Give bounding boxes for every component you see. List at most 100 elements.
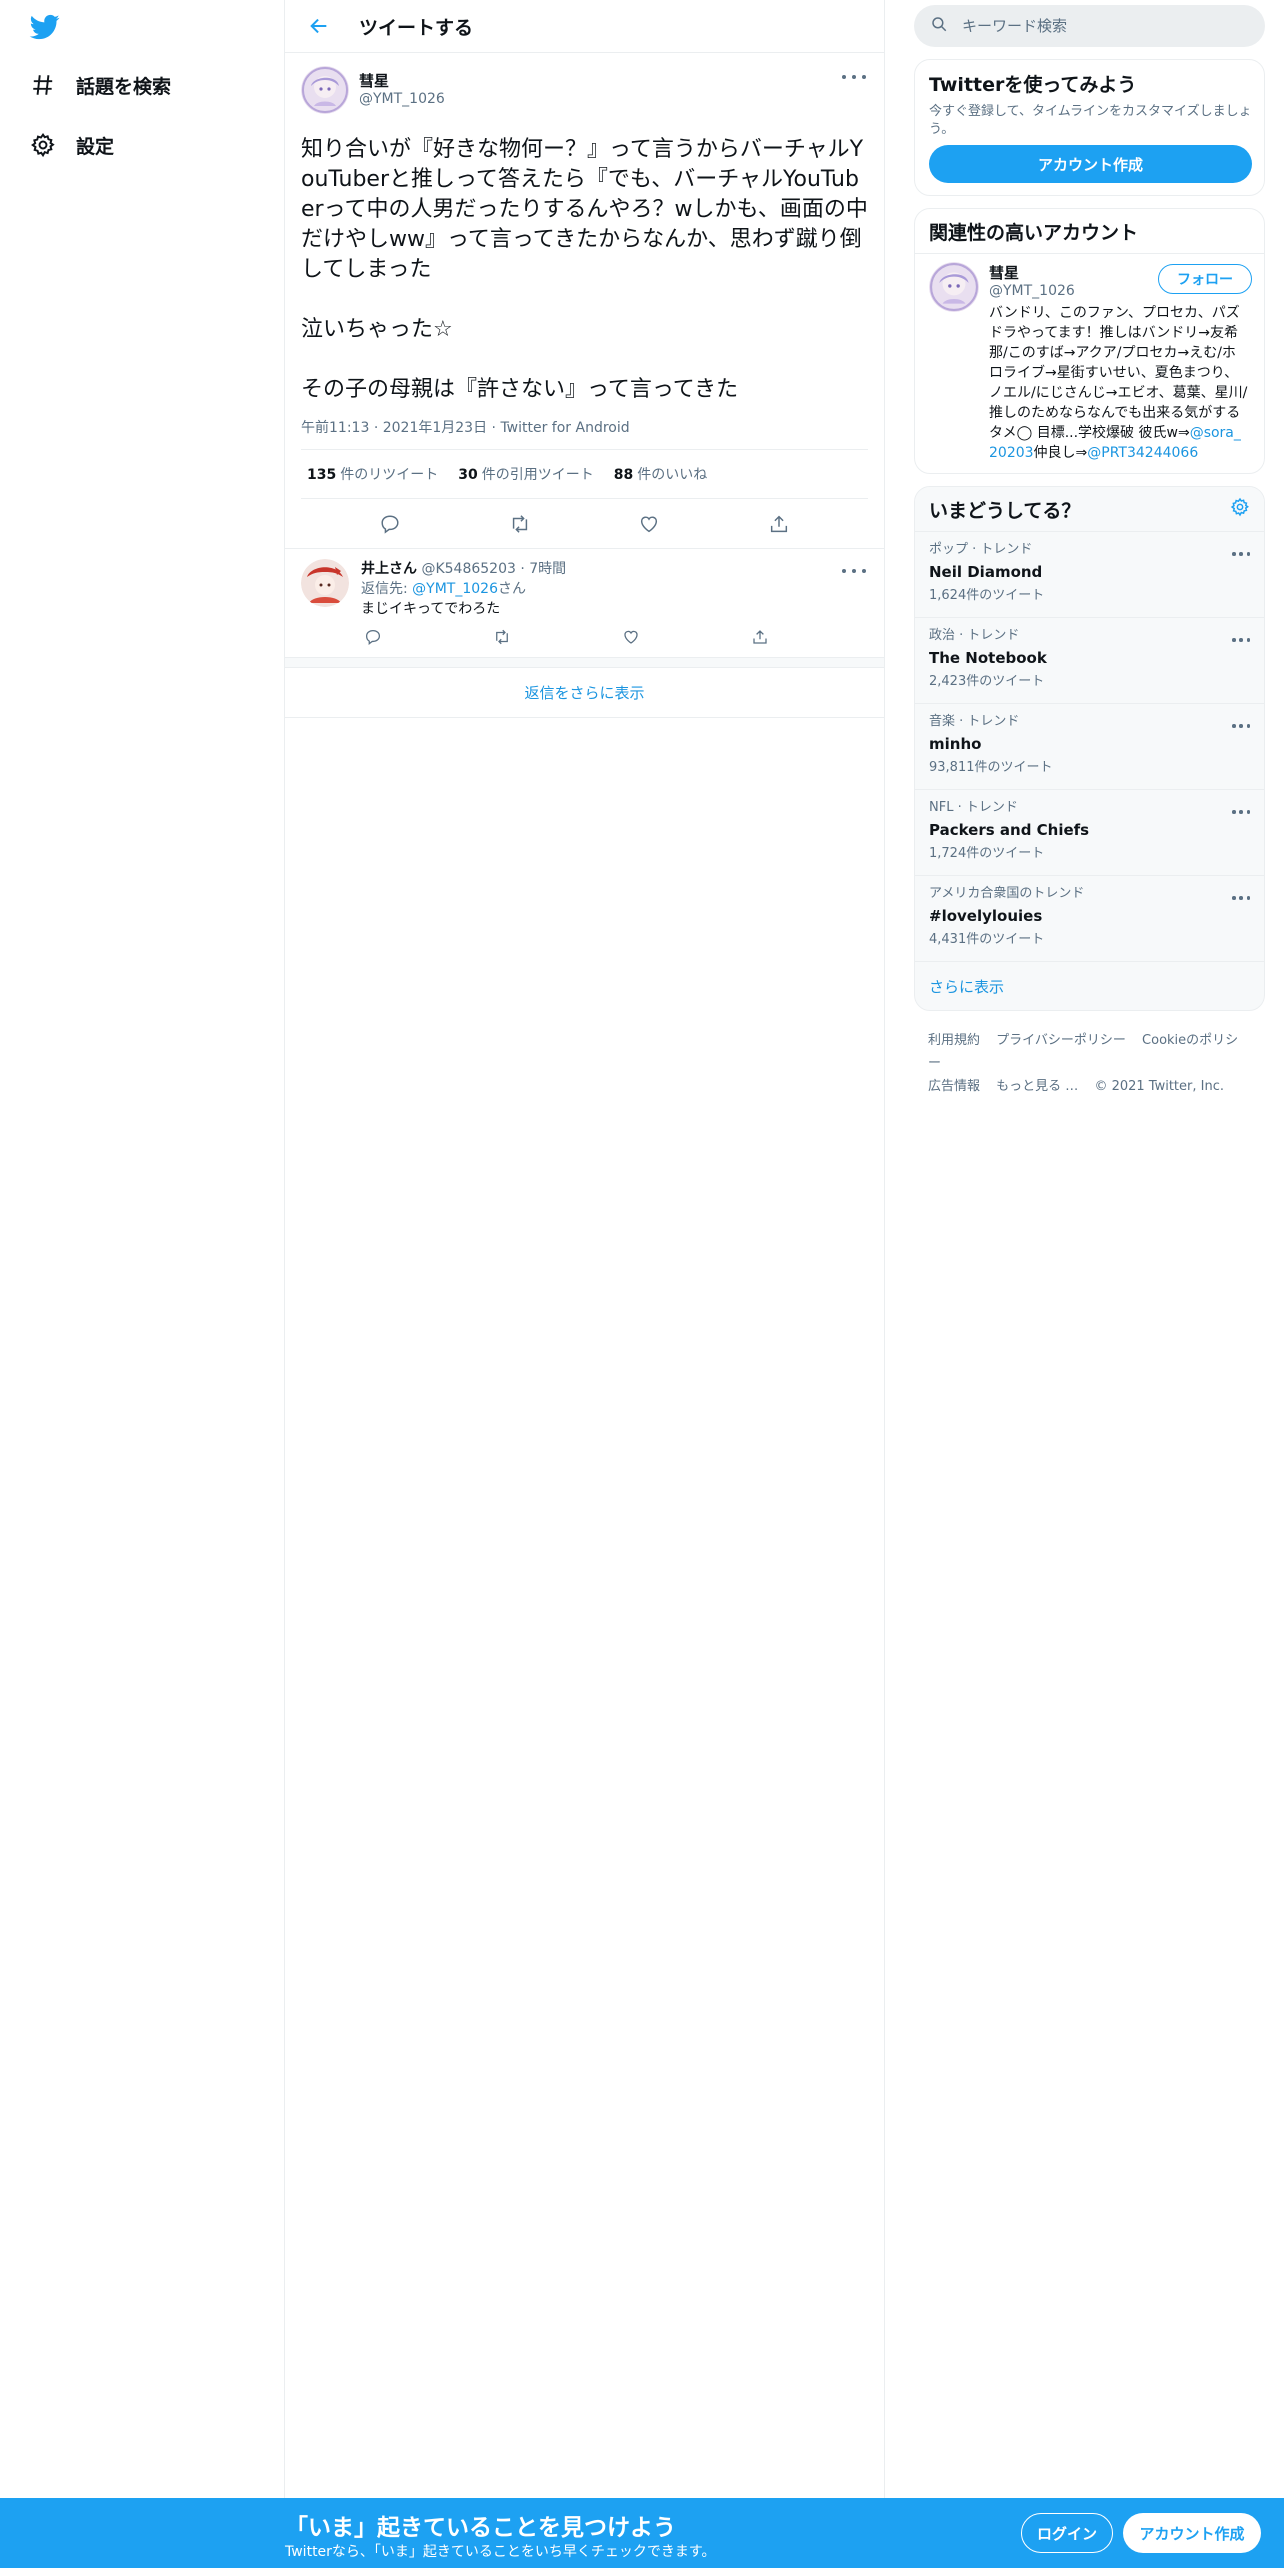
tweet-author[interactable]: 彗星 @YMT_1026 — [301, 65, 868, 115]
trends-title: いまどうしてる？ — [929, 499, 1081, 522]
tweet-stats: 135 件のリツイート 30 件の引用ツイート 88 件のいいね — [301, 449, 868, 499]
trend-item[interactable]: 政治 · トレンド The Notebook 2,423件のツイート — [915, 618, 1264, 704]
trend-name: Packers and Chiefs — [929, 821, 1090, 839]
author-name: 彗星 — [359, 72, 390, 90]
like-icon[interactable] — [619, 625, 643, 649]
avatar[interactable] — [301, 66, 349, 114]
reply-tweet[interactable]: 井上さん @K54865203 · 7時間 返信先: @YMT_1026さん ま… — [285, 549, 884, 658]
retweet-icon[interactable] — [503, 507, 537, 541]
bio-text: バンドリ、このファン、プロセカ、パズドラやってます！推しはバンドリ→友希那/この… — [989, 305, 1248, 441]
more-options-icon[interactable] — [1232, 632, 1250, 648]
nav-explore-label: 話題を検索 — [76, 75, 172, 98]
bottom-signup-bar: 「いま」起きていることを見つけよう Twitterなら、「いま」起きていることを… — [0, 2498, 1284, 2568]
footer-link-ads[interactable]: 広告情報 — [928, 1079, 980, 1094]
trend-name: #lovelylouies — [929, 907, 1043, 925]
trend-context: アメリカ合衆国のトレンド — [929, 886, 1085, 901]
share-icon[interactable] — [748, 625, 772, 649]
search-icon — [930, 15, 948, 37]
trend-name: The Notebook — [929, 649, 1047, 667]
show-more-trends-link[interactable]: さらに表示 — [915, 962, 1264, 1010]
related-account[interactable]: 彗星 @YMT_1026 バンドリ、このファン、プロセカ、パズドラやってます！推… — [915, 254, 1264, 473]
trend-item[interactable]: ポップ · トレンド Neil Diamond 1,624件のツイート — [915, 532, 1264, 618]
main-column: ツイートする 彗星 @YMT_1026 知り合いが『好きな物何ー？』って言うから… — [284, 0, 885, 2568]
tweet-text: 知り合いが『好きな物何ー？』って言うからバーチャルYouTuberと推しって答え… — [301, 137, 868, 402]
quote-stat[interactable]: 30 件の引用ツイート — [458, 464, 593, 484]
more-options-icon[interactable] — [1232, 718, 1250, 734]
twitter-logo-icon[interactable] — [28, 12, 62, 42]
show-more-replies-link[interactable]: 返信をさらに表示 — [285, 668, 884, 718]
nav-explore[interactable]: 話題を検索 — [28, 65, 171, 105]
like-count: 88 — [613, 467, 634, 483]
trend-item[interactable]: NFL · トレンド Packers and Chiefs 1,724件のツイー… — [915, 790, 1264, 876]
main-header: ツイートする — [285, 0, 884, 53]
retweet-label: 件のリツイート — [340, 467, 439, 483]
divider — [285, 658, 884, 668]
nav-settings[interactable]: 設定 — [28, 125, 114, 165]
bottom-bar-subtitle: Twitterなら、「いま」起きていることをいち早くチェックできます。 — [285, 2544, 716, 2560]
reply-author-handle: @K54865203 — [421, 561, 516, 577]
search-box[interactable] — [914, 5, 1265, 47]
tweet-source[interactable]: Twitter for Android — [500, 420, 629, 436]
trends-header: いまどうしてる？ — [915, 487, 1264, 532]
signup-text: 今すぐ登録して、タイムラインをカスタマイズしましょう。 — [929, 104, 1252, 137]
more-options-icon[interactable] — [842, 69, 866, 85]
left-nav: 話題を検索 設定 — [0, 0, 284, 2568]
follow-button[interactable]: フォロー — [1158, 264, 1252, 294]
replying-to-handle[interactable]: @YMT_1026 — [412, 581, 498, 597]
reply-avatar[interactable] — [301, 559, 349, 607]
avatar[interactable] — [929, 262, 979, 312]
main-tweet: 彗星 @YMT_1026 知り合いが『好きな物何ー？』って言うからバーチャルYo… — [285, 53, 884, 549]
separator: · — [373, 420, 383, 436]
login-button[interactable]: ログイン — [1021, 2513, 1113, 2553]
reply-author-name[interactable]: 井上さん — [361, 561, 417, 577]
share-icon[interactable] — [762, 507, 796, 541]
replying-to: 返信先: @YMT_1026さん — [361, 579, 877, 599]
trend-context: 政治 · トレンド — [929, 628, 1020, 643]
footer-link-terms[interactable]: 利用規約 — [928, 1033, 980, 1048]
related-bio: バンドリ、このファン、プロセカ、パズドラやってます！推しはバンドリ→友希那/この… — [989, 303, 1249, 463]
like-label: 件のいいね — [637, 467, 708, 483]
reply-header: 井上さん @K54865203 · 7時間 — [361, 559, 877, 579]
page-title: ツイートする — [359, 16, 474, 39]
quote-count: 30 — [458, 467, 478, 483]
retweet-count: 135 — [307, 467, 337, 483]
more-options-icon[interactable] — [1232, 804, 1250, 820]
reply-more-options-icon[interactable] — [842, 563, 866, 579]
retweet-icon[interactable] — [490, 625, 514, 649]
back-arrow-icon[interactable] — [303, 10, 335, 42]
trend-item[interactable]: アメリカ合衆国のトレンド #lovelylouies 4,431件のツイート — [915, 876, 1264, 962]
footer-link-privacy[interactable]: プライバシーポリシー — [996, 1033, 1126, 1048]
trend-count: 2,423件のツイート — [929, 674, 1045, 689]
trend-context: ポップ · トレンド — [929, 542, 1033, 557]
bio-link[interactable]: @PRT34244066 — [1087, 445, 1198, 461]
like-stat[interactable]: 88 件のいいね — [614, 464, 707, 484]
trend-context: NFL · トレンド — [929, 800, 1018, 815]
more-options-icon[interactable] — [1232, 546, 1250, 562]
reply-icon[interactable] — [373, 507, 407, 541]
reply-text: まじイキってでわろた — [361, 601, 501, 617]
signup-button[interactable]: アカウント作成 — [1123, 2513, 1261, 2553]
separator: · — [520, 561, 530, 577]
retweet-stat[interactable]: 135 件のリツイート — [307, 464, 438, 484]
reply-time[interactable]: 7時間 — [529, 561, 566, 577]
tweet-meta: 午前11:13 · 2021年1月23日 · Twitter for Andro… — [301, 417, 868, 437]
trends-card: いまどうしてる？ ポップ · トレンド Neil Diamond 1,624件の… — [914, 486, 1265, 1011]
search-input[interactable] — [962, 17, 1222, 35]
footer-link-more[interactable]: もっと見る … — [996, 1079, 1078, 1094]
signup-title: Twitterを使ってみよう — [929, 74, 1137, 96]
reply-body: 井上さん @K54865203 · 7時間 返信先: @YMT_1026さん ま… — [361, 559, 877, 649]
settings-gear-icon[interactable] — [1230, 497, 1250, 522]
tweet-time[interactable]: 午前11:13 — [301, 420, 369, 436]
trend-count: 1,624件のツイート — [929, 588, 1045, 603]
reply-icon[interactable] — [361, 625, 385, 649]
author-handle: @YMT_1026 — [359, 91, 445, 107]
related-accounts-card: 関連性の高いアカウント 彗星 @YMT_1026 バンドリ、このファン、プロセカ… — [914, 208, 1265, 474]
bio-text: 仲良し⇒ — [1033, 445, 1088, 461]
tweet-date[interactable]: 2021年1月23日 — [383, 420, 487, 436]
right-sidebar: Twitterを使ってみよう 今すぐ登録して、タイムラインをカスタマイズしましょ… — [914, 0, 1265, 1116]
trend-item[interactable]: 音楽 · トレンド minho 93,811件のツイート — [915, 704, 1264, 790]
bottom-bar-title: 「いま」起きていることを見つけよう — [285, 2515, 676, 2541]
like-icon[interactable] — [632, 507, 666, 541]
more-options-icon[interactable] — [1232, 890, 1250, 906]
create-account-button[interactable]: アカウント作成 — [929, 145, 1252, 183]
